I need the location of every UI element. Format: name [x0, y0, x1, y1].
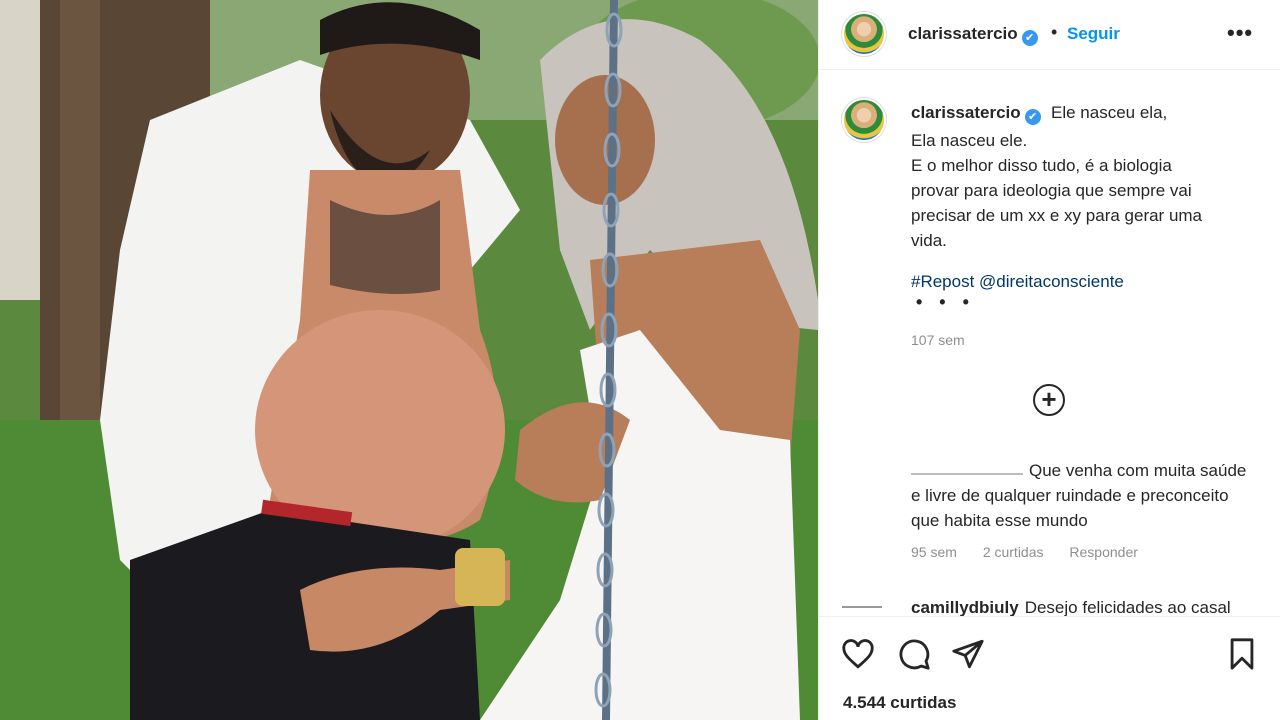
comment-row: camillydbiuly Desejo felicidades ao casal [911, 598, 1231, 616]
comment-text: Desejo felicidades ao casal [1024, 598, 1231, 616]
author-avatar[interactable] [842, 12, 886, 56]
caption-text: Ela nasceu ele. E o melhor disso tudo, é… [911, 128, 1251, 253]
post-photo[interactable] [0, 0, 818, 720]
caption-dots: • • • [916, 292, 975, 312]
caption-line: provar para ideologia que sempre vai [911, 181, 1192, 200]
comment-likes[interactable]: 2 curtidas [983, 544, 1044, 560]
more-options-icon[interactable]: ••• [1227, 20, 1253, 46]
follow-button[interactable]: Seguir [1067, 24, 1120, 44]
comment-icon[interactable] [897, 637, 931, 671]
separator-dot: • [1051, 22, 1058, 42]
caption-username-text[interactable]: clarissatercio [911, 103, 1021, 122]
caption-author-username[interactable]: clarissatercio ✔ [911, 103, 1041, 125]
reply-button[interactable]: Responder [1069, 544, 1138, 560]
post-photo-illustration [0, 0, 818, 720]
comment-avatar[interactable] [842, 606, 882, 616]
comment-meta: 95 sem 2 curtidas Responder [911, 544, 1160, 560]
caption-first-line: Ele nasceu ela, [1051, 103, 1168, 122]
comment-username[interactable]: camillydbiuly [911, 598, 1019, 616]
caption-author-avatar[interactable] [842, 98, 886, 142]
bookmark-icon[interactable] [1225, 637, 1259, 671]
post-header: clarissatercio ✔ • Seguir ••• [819, 0, 1280, 70]
author-username-text[interactable]: clarissatercio [908, 24, 1018, 43]
caption-line: Ela nasceu ele. [911, 131, 1028, 150]
verified-badge-icon: ✔ [1021, 30, 1038, 46]
caption-line: vida. [911, 231, 947, 250]
verified-badge-icon: ✔ [1024, 109, 1041, 125]
comments-section[interactable]: clarissatercio ✔ Ele nasceu ela, Ela nasc… [819, 70, 1280, 616]
author-username[interactable]: clarissatercio ✔ [908, 24, 1038, 46]
plus-circle-icon[interactable]: + [1033, 384, 1065, 416]
comment-text: Que venha com muita saúde e livre de qua… [911, 461, 1247, 530]
post-actions-bar: 4.544 curtidas [819, 616, 1280, 720]
heart-icon[interactable] [841, 637, 875, 671]
repost-hashtag-link[interactable]: #Repost @direitaconsciente [911, 272, 1124, 292]
likes-count[interactable]: 4.544 curtidas [843, 693, 956, 713]
post-side-panel: clarissatercio ✔ • Seguir ••• clarissater… [818, 0, 1280, 720]
comment-timestamp[interactable]: 95 sem [911, 544, 957, 560]
caption-line: E o melhor disso tudo, é a biologia [911, 156, 1172, 175]
caption-line: precisar de um xx e xy para gerar uma [911, 206, 1203, 225]
caption-timestamp[interactable]: 107 sem [911, 332, 965, 348]
share-icon[interactable] [951, 637, 985, 671]
